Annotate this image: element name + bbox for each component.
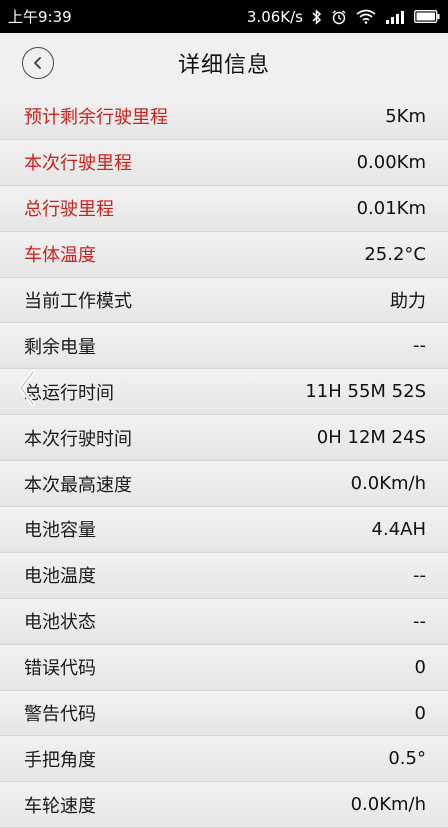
item-value: 0.5° [388, 748, 426, 770]
detail-list: 预计剩余行驶里程 5Km 本次行驶里程 0.00Km 总行驶里程 0.01Km 车体温度 25… [0, 94, 448, 828]
page-title: 详细信息 [177, 53, 270, 78]
list-item: 当前工作模式 助力 [0, 277, 448, 324]
list-item: 电池状态 -- [0, 598, 448, 645]
item-value: 0.01Km [356, 197, 426, 219]
item-value: 11H 55M 52S [305, 381, 426, 403]
item-value: 0H 12M 24S [316, 427, 426, 449]
signal-icon [385, 10, 405, 24]
list-item: 本次最高速度 0.0Km/h [0, 461, 448, 508]
list-item: 总行驶里程 0.01Km [0, 185, 448, 232]
alarm-icon [331, 9, 347, 25]
item-label: 车体温度 [24, 245, 96, 267]
item-label: 电池状态 [24, 612, 96, 634]
item-label: 本次行驶时间 [24, 428, 132, 450]
item-label: 电池温度 [24, 566, 96, 588]
item-label: 剩余电量 [24, 336, 96, 358]
item-label: 错误代码 [24, 658, 96, 680]
list-item: 电池容量 4.4AH [0, 507, 448, 553]
item-value: 5Km [385, 105, 426, 127]
back-button[interactable] [22, 47, 54, 79]
item-label: 本次最高速度 [24, 474, 132, 496]
item-value: -- [413, 335, 426, 357]
list-item: 本次行驶里程 0.00Km [0, 139, 448, 186]
header: 详细信息 [0, 33, 448, 93]
status-indicators: 3.06K/s [247, 8, 440, 26]
swipe-back-arrow[interactable] [10, 366, 44, 410]
item-value: 助力 [390, 291, 426, 312]
status-bar: 上午9:39 3.06K/s [0, 0, 448, 33]
list-item: 错误代码 0 [0, 644, 448, 691]
item-value: 0 [414, 656, 426, 678]
list-item: 电池温度 -- [0, 552, 448, 599]
item-value: 0.0Km/h [350, 794, 426, 816]
list-item: 车轮速度 0.0Km/h [0, 782, 448, 828]
item-label: 警告代码 [24, 704, 96, 726]
item-value: 0.00Km [356, 151, 426, 173]
wifi-icon [356, 9, 376, 24]
item-value: 25.2°C [364, 243, 426, 265]
item-label: 车轮速度 [24, 795, 96, 817]
list-item: 警告代码 0 [0, 690, 448, 737]
item-label: 当前工作模式 [24, 291, 132, 312]
item-label: 电池容量 [24, 520, 96, 542]
item-value: -- [413, 610, 426, 632]
list-item: 总运行时间 11H 55M 52S [0, 369, 448, 416]
status-time: 上午9:39 [8, 8, 72, 26]
network-speed: 3.06K/s [246, 7, 303, 26]
item-label: 总行驶里程 [24, 199, 114, 221]
chevron-left-icon [19, 370, 35, 406]
list-item: 手把角度 0.5° [0, 736, 448, 783]
item-value: -- [413, 564, 426, 586]
battery-icon [414, 10, 440, 23]
item-value: 4.4AH [371, 518, 426, 540]
bluetooth-icon [312, 8, 322, 25]
list-item: 本次行驶时间 0H 12M 24S [0, 415, 448, 462]
chevron-left-icon [34, 57, 41, 69]
list-item: 剩余电量 -- [0, 323, 448, 370]
list-item: 车体温度 25.2°C [0, 231, 448, 278]
item-value: 0 [414, 702, 426, 724]
item-value: 0.0Km/h [350, 473, 426, 495]
list-item: 预计剩余行驶里程 5Km [0, 94, 448, 140]
item-label: 手把角度 [24, 749, 96, 771]
item-label: 本次行驶里程 [24, 153, 132, 175]
item-label: 预计剩余行驶里程 [24, 107, 168, 129]
